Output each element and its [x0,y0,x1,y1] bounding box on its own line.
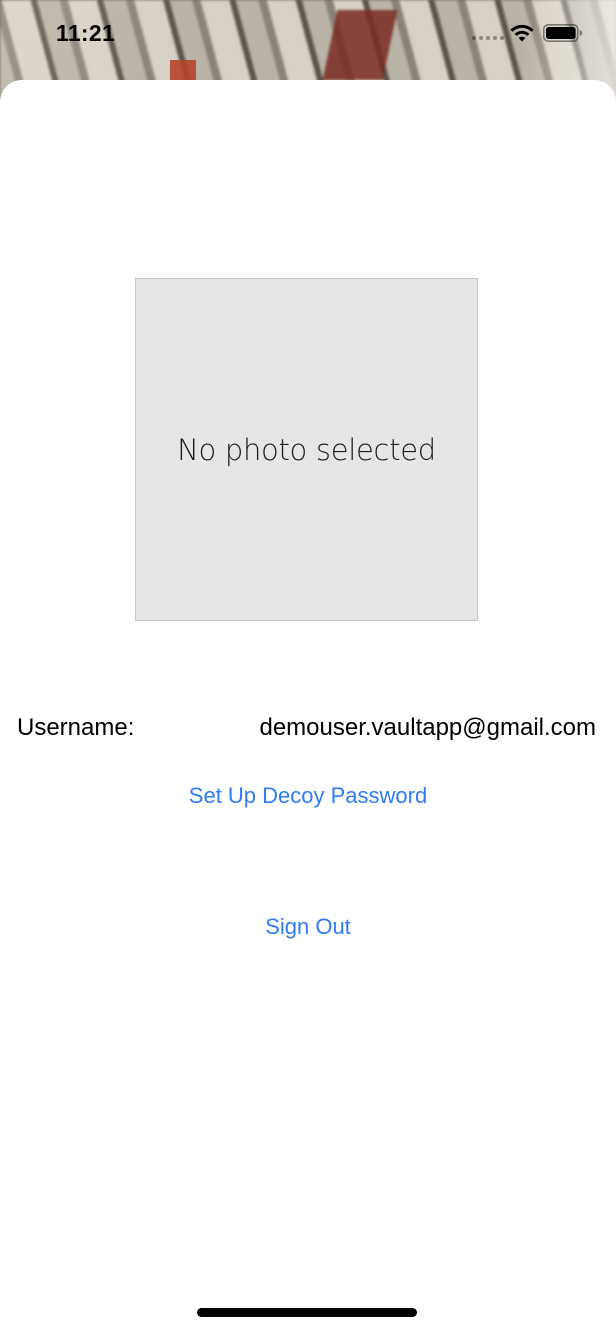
cellular-signal-icon [472,36,504,40]
profile-photo-placeholder[interactable]: No photo selected [135,278,478,621]
status-bar: 11:21 [0,0,616,70]
battery-icon [543,24,582,42]
no-photo-label: No photo selected [177,432,436,467]
sign-out-button[interactable]: Sign Out [0,914,616,940]
wifi-icon [510,24,534,42]
username-value: demouser.vaultapp@gmail.com [259,714,596,741]
set-up-decoy-password-button[interactable]: Set Up Decoy Password [0,783,616,809]
status-time: 11:21 [56,20,116,46]
username-label: Username: [17,714,135,741]
home-indicator[interactable] [197,1308,417,1317]
username-row: Username: demouser.vaultapp@gmail.com [0,714,616,750]
account-sheet: No photo selected Username: demouser.vau… [0,80,616,1330]
